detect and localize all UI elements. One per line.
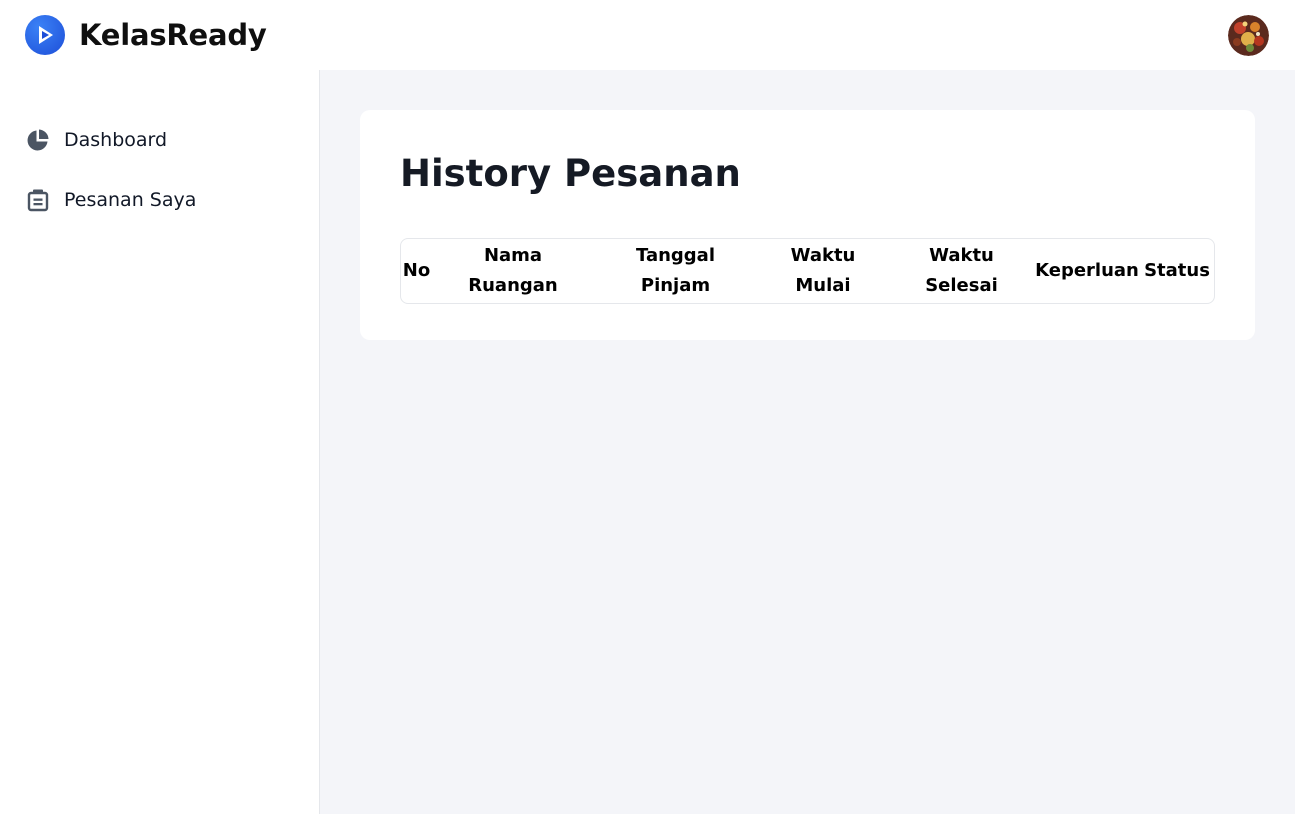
sidebar-item-dashboard[interactable]: Dashboard xyxy=(0,110,319,170)
user-avatar[interactable] xyxy=(1228,14,1269,56)
column-header-nama-ruangan[interactable]: Nama Ruangan xyxy=(432,239,594,303)
column-header-keperluan[interactable]: Keperluan xyxy=(1034,239,1140,303)
column-header-waktu-selesai[interactable]: Waktu Selesai xyxy=(889,239,1034,303)
brand[interactable]: KelasReady xyxy=(25,15,267,55)
history-card: History Pesanan No Nama Ruangan Tanggal … xyxy=(360,110,1255,340)
column-header-no[interactable]: No xyxy=(401,239,432,303)
sidebar-item-label: Dashboard xyxy=(64,129,168,151)
play-logo-icon xyxy=(25,15,65,55)
sidebar-item-pesanan-saya[interactable]: Pesanan Saya xyxy=(0,170,319,230)
main-content: History Pesanan No Nama Ruangan Tanggal … xyxy=(320,70,1295,814)
pie-chart-icon xyxy=(25,128,50,153)
page-title: History Pesanan xyxy=(400,152,741,195)
column-header-tanggal-pinjam[interactable]: Tanggal Pinjam xyxy=(594,239,757,303)
sidebar-item-label: Pesanan Saya xyxy=(64,189,197,211)
top-bar: KelasReady xyxy=(0,0,1295,70)
app-name: KelasReady xyxy=(79,18,267,52)
column-header-status[interactable]: Status xyxy=(1140,239,1214,303)
table-header-row: No Nama Ruangan Tanggal Pinjam Waktu Mulai xyxy=(401,239,1214,303)
column-header-waktu-mulai[interactable]: Waktu Mulai xyxy=(757,239,889,303)
history-table: No Nama Ruangan Tanggal Pinjam Waktu Mulai xyxy=(400,238,1215,304)
document-list-icon xyxy=(25,188,50,213)
sidebar: Dashboard Pesanan Saya xyxy=(0,70,320,814)
